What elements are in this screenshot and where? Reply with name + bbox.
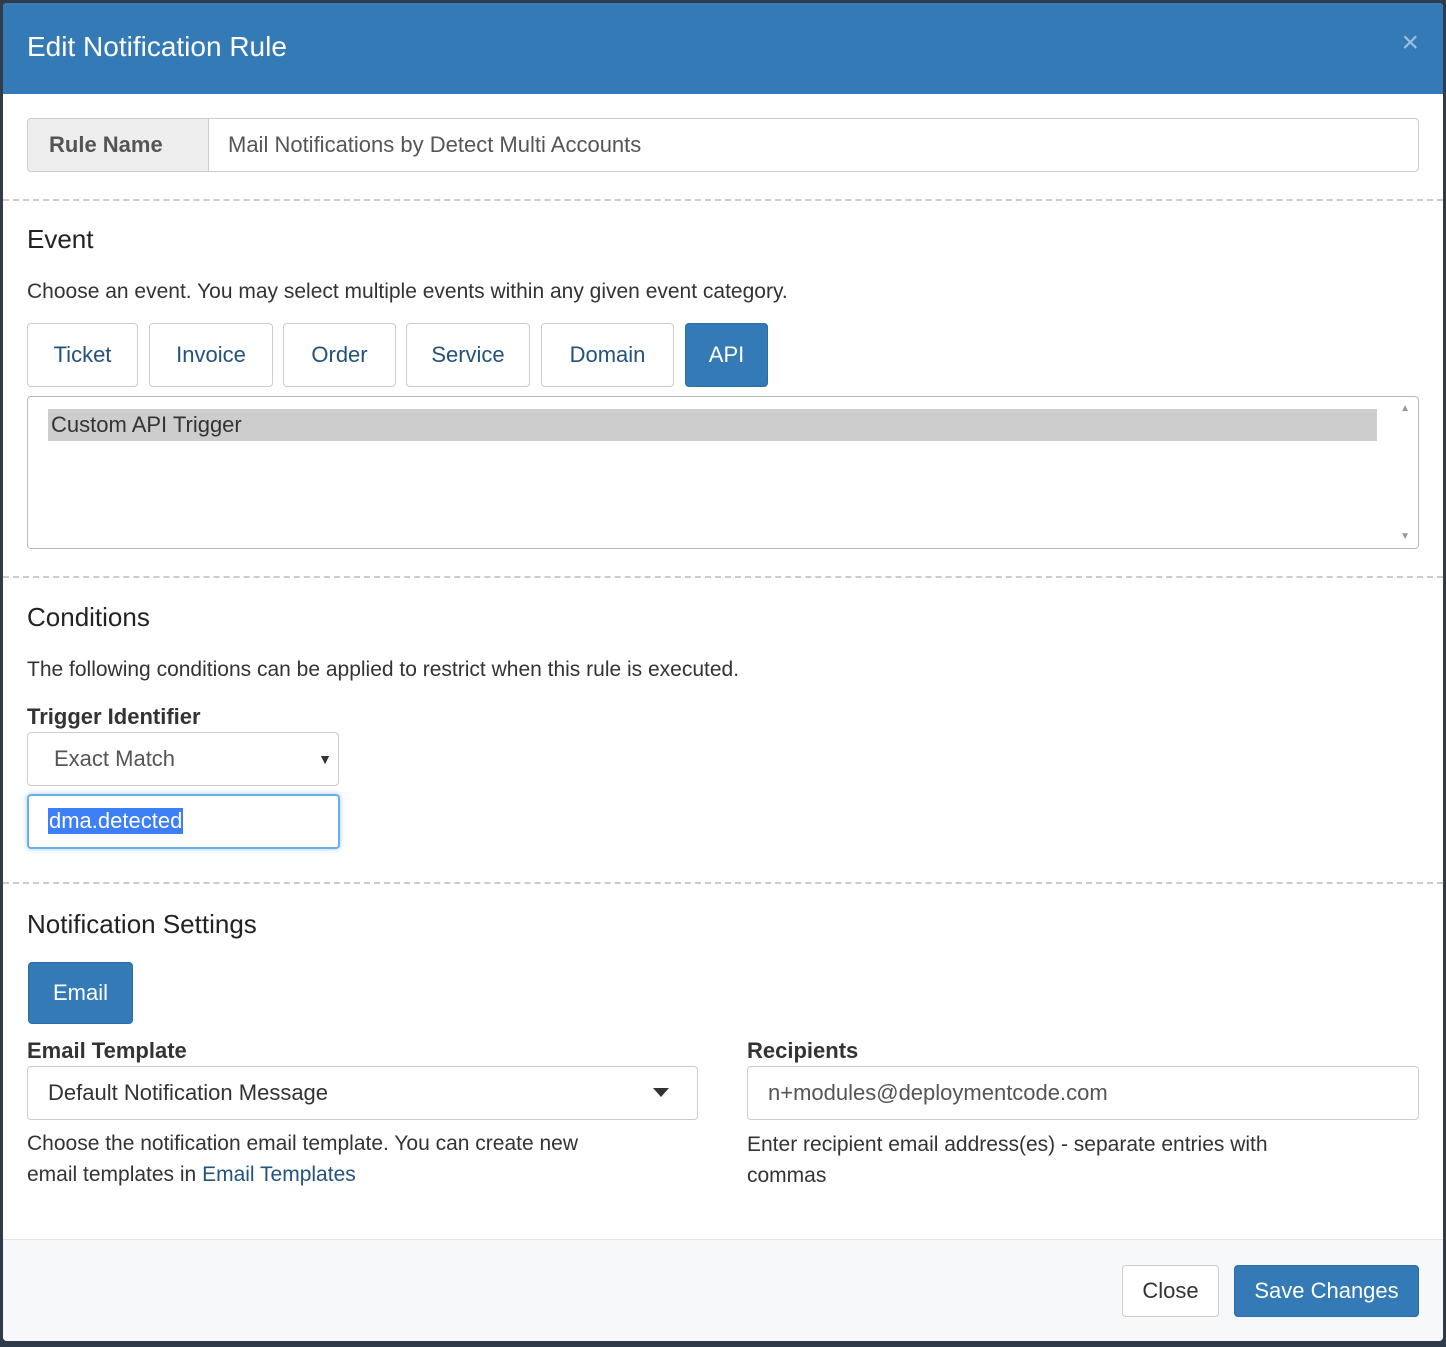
recipients-help-line1: Enter recipient email address(es) - sepa… xyxy=(747,1133,1268,1156)
trigger-identifier-value: dma.detected xyxy=(48,808,184,834)
event-option-custom-api-trigger[interactable]: Custom API Trigger xyxy=(48,409,1377,441)
close-button[interactable]: Close xyxy=(1122,1265,1219,1317)
modal-footer: Close Save Changes xyxy=(3,1239,1443,1341)
email-template-select[interactable]: Default Notification Message xyxy=(27,1066,698,1120)
close-icon[interactable]: × xyxy=(1401,25,1419,61)
modal-header: Edit Notification Rule × xyxy=(3,3,1443,94)
section-divider xyxy=(3,199,1443,201)
trigger-identifier-input[interactable]: dma.detected xyxy=(27,794,340,849)
tab-domain[interactable]: Domain xyxy=(541,323,674,387)
scroll-down-icon[interactable]: ▼ xyxy=(1400,531,1410,542)
match-type-select[interactable]: Exact Match ▼ xyxy=(27,732,339,786)
rule-name-group: Rule Name Mail Notifications by Detect M… xyxy=(27,118,1419,172)
recipients-value: n+modules@deploymentcode.com xyxy=(768,1080,1108,1105)
tab-service[interactable]: Service xyxy=(406,323,530,387)
recipients-help: Enter recipient email address(es) - sepa… xyxy=(747,1129,1268,1191)
email-template-value: Default Notification Message xyxy=(48,1080,329,1105)
tab-ticket[interactable]: Ticket xyxy=(27,323,138,387)
edit-notification-rule-modal: Edit Notification Rule × Rule Name Mail … xyxy=(3,3,1443,1341)
email-templates-link[interactable]: Email Templates xyxy=(202,1163,356,1186)
scroll-up-icon[interactable]: ▲ xyxy=(1400,403,1410,414)
tab-order[interactable]: Order xyxy=(283,323,396,387)
email-template-help: Choose the notification email template. … xyxy=(27,1128,578,1190)
email-template-help-text: email templates in xyxy=(27,1163,203,1186)
tab-invoice[interactable]: Invoice xyxy=(149,323,273,387)
rule-name-input[interactable]: Mail Notifications by Detect Multi Accou… xyxy=(208,118,1419,172)
event-section-title: Event xyxy=(27,224,94,254)
section-divider xyxy=(3,576,1443,578)
email-method-button[interactable]: Email xyxy=(28,962,133,1024)
recipients-input[interactable]: n+modules@deploymentcode.com xyxy=(747,1066,1419,1120)
conditions-section-title: Conditions xyxy=(27,602,150,632)
email-template-help-line1: Choose the notification email template. … xyxy=(27,1132,579,1155)
notification-section-title: Notification Settings xyxy=(27,909,257,939)
match-type-value: Exact Match xyxy=(54,746,176,771)
recipients-help-line2: commas xyxy=(747,1164,827,1187)
tab-api[interactable]: API xyxy=(685,323,768,387)
trigger-identifier-label: Trigger Identifier xyxy=(27,704,201,729)
email-template-label: Email Template xyxy=(27,1038,187,1063)
section-divider xyxy=(3,882,1443,884)
conditions-help-text: The following conditions can be applied … xyxy=(27,658,740,681)
event-multiselect[interactable]: Custom API Trigger ▲ ▼ xyxy=(27,396,1419,549)
event-help-text: Choose an event. You may select multiple… xyxy=(27,280,788,303)
email-template-help-line2: email templates in Email Templates xyxy=(27,1159,578,1190)
rule-name-label: Rule Name xyxy=(27,118,208,172)
modal-title: Edit Notification Rule xyxy=(27,31,287,62)
caret-down-icon xyxy=(653,1088,669,1097)
save-changes-button[interactable]: Save Changes xyxy=(1234,1265,1419,1317)
dropdown-arrow-icon: ▼ xyxy=(318,751,332,767)
recipients-label: Recipients xyxy=(747,1038,859,1063)
